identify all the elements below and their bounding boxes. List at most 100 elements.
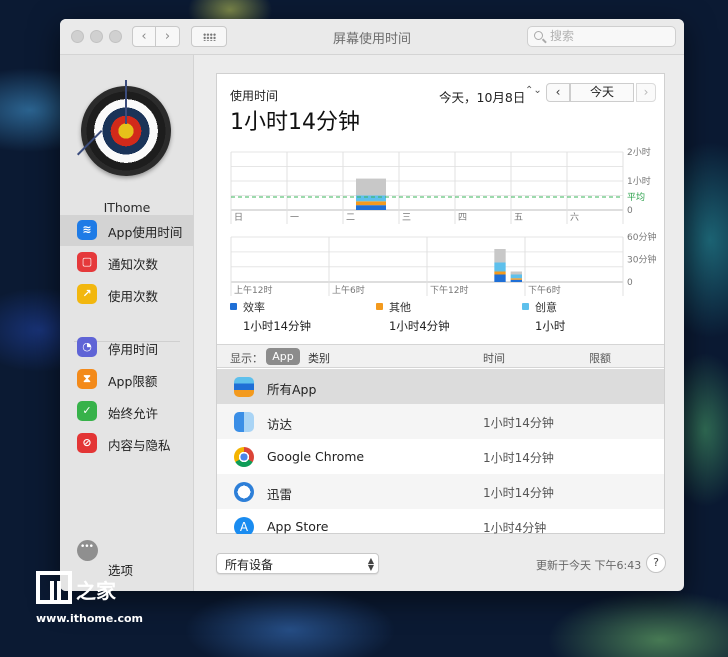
updated-timestamp: 更新于今天 下午6:43 <box>536 559 642 572</box>
table-row[interactable]: 所有App <box>217 369 664 404</box>
row-app-time: 1小时4分钟 <box>483 521 547 534</box>
sidebar-item-pickups[interactable]: ↗ 使用次数 <box>60 279 194 310</box>
sidebar-item-always-allowed[interactable]: ✓ 始终允许 <box>60 396 194 427</box>
sidebar-item-label: 停用时间 <box>108 342 159 357</box>
legend-name: 其他 <box>389 301 411 314</box>
hourly-bar-segment <box>510 278 522 280</box>
sidebar-item-label: 使用次数 <box>108 289 159 304</box>
hourly-x-tick-label: 上午6时 <box>332 284 365 296</box>
avatar-arrow-shaft-icon <box>76 130 103 156</box>
weekly-y-tick-label: 1小时 <box>627 175 651 187</box>
segment-category[interactable]: 类别 <box>308 350 330 366</box>
legend-swatch <box>522 303 529 310</box>
hourly-x-tick-label: 上午12时 <box>234 284 272 296</box>
hourglass-icon: ⧗ <box>77 369 97 389</box>
sidebar-item-app-limits[interactable]: ⧗ App限额 <box>60 364 194 395</box>
sidebar-item-label: 通知次数 <box>108 257 159 272</box>
weekly-x-tick-label: 一 <box>290 213 299 223</box>
stack-icon <box>234 377 254 397</box>
weekly-x-tick-label: 二 <box>346 213 355 223</box>
ithome-logo: 之家 <box>36 571 116 605</box>
chrome-icon <box>234 447 254 467</box>
device-select[interactable]: 所有设备 ▲ ▼ <box>216 553 379 574</box>
legend-swatch <box>376 303 383 310</box>
updown-chevron-icon: ▲ ▼ <box>367 556 374 572</box>
weekly-average-label: 平均 <box>627 191 645 203</box>
checkmark-icon: ✓ <box>77 401 97 421</box>
column-time[interactable]: 时间 <box>483 350 505 366</box>
row-app-name: 所有App <box>267 382 317 397</box>
column-limit[interactable]: 限额 <box>589 350 611 366</box>
weekly-x-tick-label: 日 <box>234 212 243 223</box>
sidebar-item-label: App限额 <box>108 374 158 389</box>
appstore-icon: A <box>234 517 254 534</box>
table-header: 显示： App 类别 时间 限额 <box>217 344 664 368</box>
hourly-bar-segment <box>494 262 506 272</box>
thunder-icon <box>234 482 254 502</box>
options-icon[interactable] <box>77 540 98 561</box>
usage-panel: 使用时间 1小时14分钟 今天，10月8日 ⌃⌄ ‹ 今天 › 日一二三四五六2… <box>216 73 665 534</box>
show-label: 显示： <box>230 352 263 365</box>
weekly-bar-segment <box>356 205 386 210</box>
ithome-logo-mark <box>36 571 72 604</box>
row-app-time: 1小时14分钟 <box>483 486 554 500</box>
weekly-x-tick-label: 五 <box>514 213 523 223</box>
segment-app[interactable]: App <box>266 348 300 365</box>
search-input[interactable]: 搜索 <box>527 26 676 47</box>
table-row[interactable]: Google Chrome 1小时14分钟 <box>217 439 664 474</box>
finder-icon <box>234 412 254 432</box>
legend-name: 创意 <box>535 301 557 314</box>
username: IThome <box>103 200 151 215</box>
watermark-url: www.ithome.com <box>36 612 144 625</box>
search-icon <box>534 31 543 40</box>
row-app-time: 1小时14分钟 <box>483 451 554 465</box>
help-button[interactable]: ? <box>646 553 666 573</box>
search-placeholder: 搜索 <box>550 29 575 43</box>
legend-value: 1小时 <box>535 319 566 333</box>
pickup-icon: ↗ <box>77 284 97 304</box>
weekly-bar-segment <box>356 178 386 196</box>
table-row[interactable]: 访达 1小时14分钟 <box>217 404 664 439</box>
avatar-arrow-icon <box>125 80 127 124</box>
hourly-bar-segment <box>494 271 506 275</box>
sidebar-item-label: 内容与隐私 <box>108 438 171 453</box>
avatar[interactable] <box>76 80 171 176</box>
ithome-logo-text: 之家 <box>76 579 116 603</box>
hourly-y-tick-label: 60分钟 <box>627 231 656 243</box>
hourly-y-tick-label: 30分钟 <box>627 254 656 266</box>
hourly-x-tick-label: 下午12时 <box>430 284 468 296</box>
weekly-x-tick-label: 六 <box>570 211 579 223</box>
hourly-bar-segment <box>494 274 506 282</box>
restriction-icon: ⊘ <box>77 433 97 453</box>
table-row[interactable]: 迅雷 1小时14分钟 <box>217 474 664 509</box>
sidebar-item-content-privacy[interactable]: ⊘ 内容与隐私 <box>60 428 194 459</box>
sidebar-item-label: App使用时间 <box>108 225 183 240</box>
hourly-bar-segment <box>510 279 522 282</box>
sidebar-item-downtime[interactable]: ◔ 停用时间 <box>60 332 194 363</box>
row-app-time: 1小时14分钟 <box>483 416 554 430</box>
hourly-bar-segment <box>494 249 506 263</box>
notification-icon: ▢ <box>77 252 97 272</box>
row-app-name: 访达 <box>267 417 293 432</box>
sidebar: IThome ≋ App使用时间 ▢ 通知次数 ↗ 使用次数 ◔ 停用时间 ⧗ … <box>60 55 194 591</box>
row-app-name: App Store <box>267 519 329 534</box>
layers-icon: ≋ <box>77 220 97 240</box>
usage-chart-svg: 日 一 二 三 四 五 六 2小时 1小时 0 平均上午12时 上午6时 下午12时 下午6时 60分钟 30… <box>230 146 656 296</box>
weekly-y-tick-label: 2小时 <box>627 146 651 158</box>
hourly-bar-segment <box>510 274 522 279</box>
weekly-bar-segment <box>356 195 386 202</box>
sidebar-item-notifications[interactable]: ▢ 通知次数 <box>60 247 194 278</box>
row-app-name: 迅雷 <box>267 487 293 502</box>
weekly-y-tick-label: 0 <box>627 206 633 216</box>
legend-swatch <box>230 303 237 310</box>
screen-time-window: ‹ › 屏幕使用时间 搜索 IThome ≋ App使用时间 ▢ 通知次数 ↗ … <box>60 19 684 591</box>
sidebar-item-app-usage[interactable]: ≋ App使用时间 <box>60 215 194 246</box>
legend-value: 1小时4分钟 <box>389 319 450 333</box>
hourly-x-tick-label: 下午6时 <box>528 284 561 296</box>
table-row[interactable]: A App Store 1小时4分钟 <box>217 509 664 534</box>
row-app-name: Google Chrome <box>267 449 365 464</box>
device-select-value: 所有设备 <box>225 558 274 572</box>
downtime-icon: ◔ <box>77 337 97 357</box>
title-bar: ‹ › 屏幕使用时间 搜索 <box>60 19 684 55</box>
weekly-x-tick-label: 三 <box>402 213 411 223</box>
